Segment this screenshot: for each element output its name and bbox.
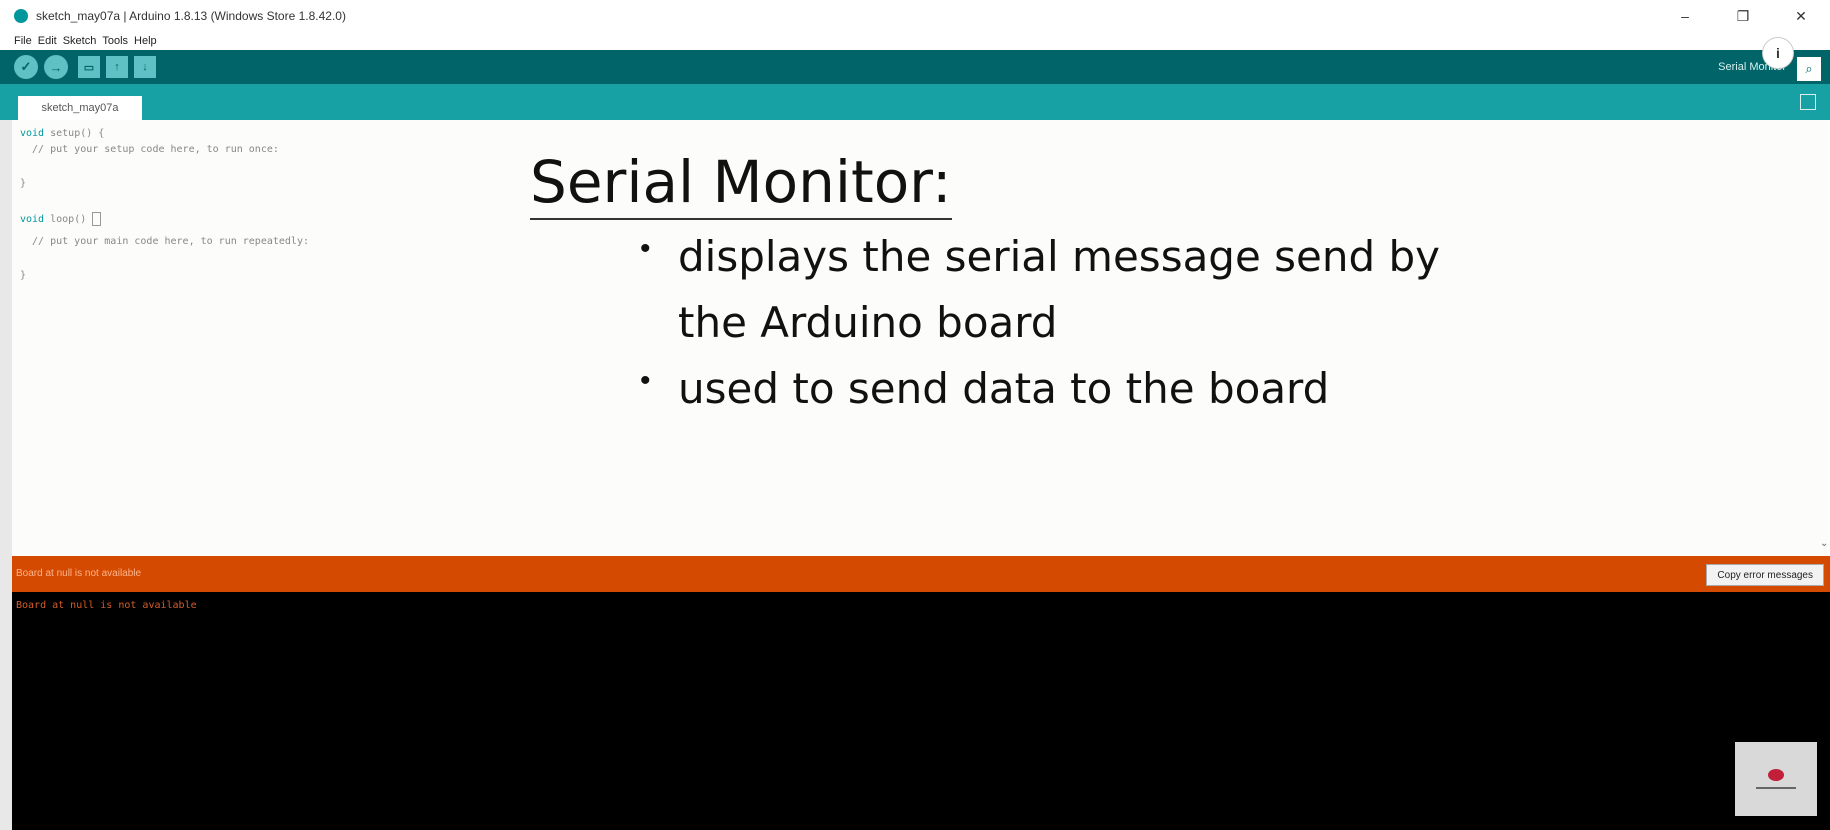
scroll-down-icon[interactable]: ⌄ — [1820, 538, 1828, 549]
menu-help[interactable]: Help — [134, 35, 157, 47]
code-line: void loop() — [20, 212, 102, 226]
magnifier-icon: ⌕ — [1805, 61, 1813, 76]
bullet-dot-icon: • — [640, 232, 651, 265]
info-icon[interactable]: i — [1762, 37, 1794, 69]
status-message: Board at null is not available — [16, 568, 142, 579]
slide-bullet-continuation: the Arduino board — [678, 298, 1058, 347]
copy-error-button[interactable]: Copy error messages — [1706, 564, 1824, 586]
new-file-icon: ▭ — [83, 61, 95, 74]
menu-edit[interactable]: Edit — [38, 35, 57, 47]
toolbar: ✓ → ▭ ↑ ↓ Serial Monitor ⌕ — [0, 50, 1830, 84]
arrow-down-icon: ↓ — [142, 61, 148, 73]
minimize-button[interactable]: – — [1656, 0, 1714, 32]
webcam-overlay — [1735, 742, 1817, 816]
bullet-dot-icon: • — [640, 364, 651, 397]
arrow-right-icon: → — [49, 59, 63, 75]
divider — [1756, 787, 1796, 789]
serial-monitor-button[interactable]: ⌕ — [1796, 56, 1822, 82]
record-dot-icon — [1768, 769, 1784, 781]
window-controls: – ❐ ✕ — [1656, 0, 1830, 32]
status-bar: Board at null is not available Copy erro… — [12, 556, 1830, 592]
code-line: } — [20, 178, 27, 189]
tab-sketch[interactable]: sketch_may07a — [18, 96, 142, 120]
checkmark-icon: ✓ — [20, 59, 32, 74]
open-button[interactable]: ↑ — [106, 56, 128, 78]
slide-bullet: displays the serial message send by — [678, 232, 1441, 281]
tab-bar: sketch_may07a — [0, 84, 1830, 120]
tab-menu-icon[interactable] — [1800, 94, 1816, 110]
save-button[interactable]: ↓ — [134, 56, 156, 78]
arduino-app-icon — [14, 9, 28, 23]
code-line: // put your main code here, to run repea… — [20, 236, 309, 247]
code-line: void setup() { — [20, 128, 105, 139]
menu-file[interactable]: File — [14, 35, 32, 47]
menu-sketch[interactable]: Sketch — [63, 35, 97, 47]
menu-bar: File Edit Sketch Tools Help — [0, 32, 1830, 50]
arrow-up-icon: ↑ — [114, 61, 120, 73]
close-button[interactable]: ✕ — [1772, 0, 1830, 32]
code-line: } — [20, 270, 27, 281]
new-button[interactable]: ▭ — [78, 56, 100, 78]
text-cursor — [92, 212, 102, 226]
restore-button[interactable]: ❐ — [1714, 0, 1772, 32]
slide-title: Serial Monitor: — [530, 148, 952, 220]
left-gutter — [0, 120, 12, 830]
upload-button[interactable]: → — [44, 55, 68, 79]
menu-tools[interactable]: Tools — [102, 35, 128, 47]
code-line: // put your setup code here, to run once… — [20, 144, 279, 155]
slide-bullet: used to send data to the board — [678, 364, 1330, 413]
window-title: sketch_may07a | Arduino 1.8.13 (Windows … — [36, 9, 346, 23]
console-output[interactable]: Board at null is not available — [12, 592, 1830, 830]
console-line: Board at null is not available — [16, 600, 197, 611]
verify-button[interactable]: ✓ — [14, 55, 38, 79]
title-bar: sketch_may07a | Arduino 1.8.13 (Windows … — [0, 0, 1830, 32]
